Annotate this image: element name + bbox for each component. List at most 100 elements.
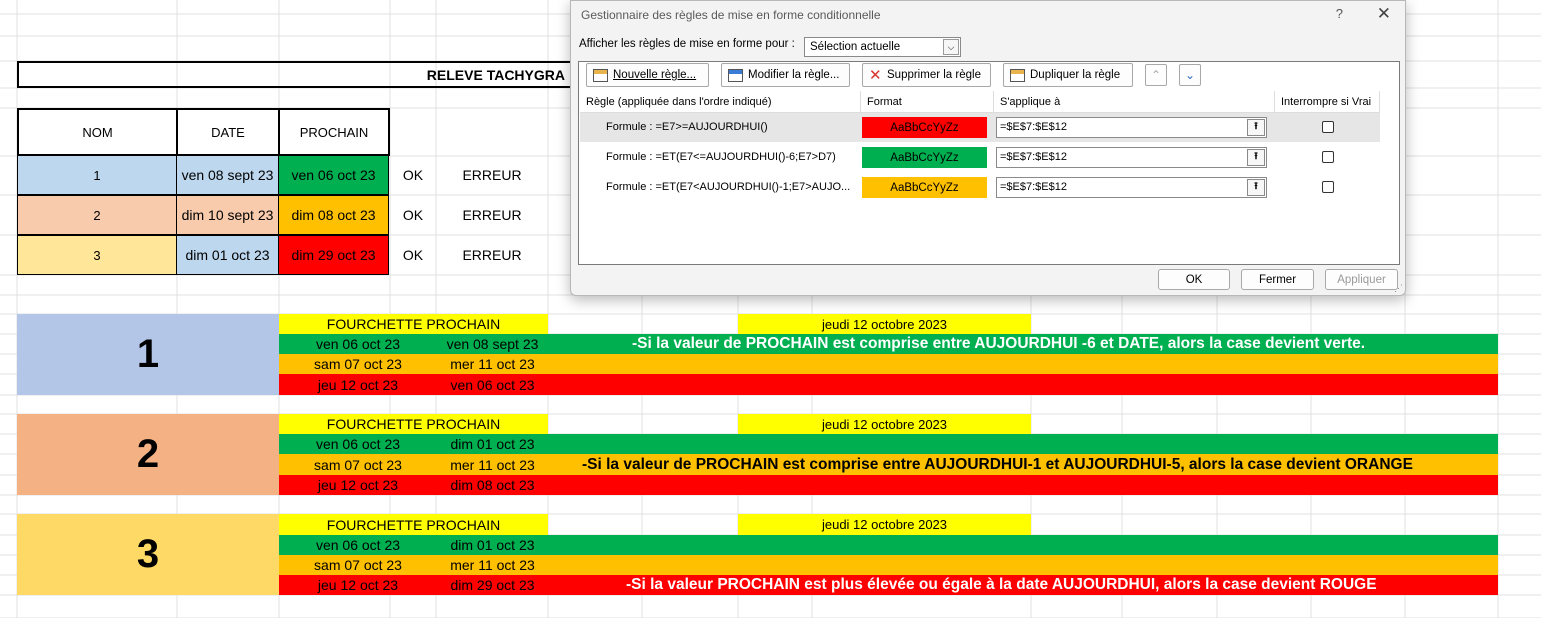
- rule-row[interactable]: Formule : =ET(E7<AUJOURDHUI()-1;E7>AUJO.…: [580, 173, 1380, 202]
- cell-prochain[interactable]: ven 06 oct 23: [278, 155, 389, 195]
- ok-button[interactable]: OK: [1158, 269, 1230, 290]
- cell-a[interactable]: jeu 12 oct 23: [279, 577, 437, 593]
- cell-ok-value: OK: [402, 207, 424, 223]
- cell-date-value: dim 10 sept 23: [181, 207, 274, 223]
- cell-a[interactable]: jeu 12 oct 23: [279, 477, 437, 493]
- block-number[interactable]: 1: [17, 314, 279, 395]
- range-picker-icon[interactable]: ⭱: [1247, 149, 1265, 166]
- rule-row[interactable]: Formule : =ET(E7<=AUJOURDHUI()-6;E7>D7) …: [580, 143, 1380, 172]
- cell-b[interactable]: mer 11 oct 23: [437, 557, 548, 573]
- conditional-format-dialog: Gestionnaire des règles de mise en forme…: [570, 0, 1406, 296]
- block-number[interactable]: 2: [17, 414, 279, 495]
- cell-erreur-value: ERREUR: [462, 207, 522, 223]
- rule-formula: Formule : =ET(E7<=AUJOURDHUI()-6;E7>D7): [606, 151, 836, 163]
- sheet-title: RELEVE TACHYGRA: [426, 66, 565, 83]
- cell-b[interactable]: dim 29 oct 23: [437, 577, 548, 593]
- col-format-label: Format: [867, 95, 902, 108]
- close-icon[interactable]: ✕: [1377, 4, 1391, 24]
- cell-b[interactable]: mer 11 oct 23: [437, 356, 548, 372]
- cell-b[interactable]: dim 01 oct 23: [437, 436, 548, 452]
- duplicate-rule-button[interactable]: Dupliquer la règle: [1003, 63, 1133, 87]
- scope-select[interactable]: Sélection actuelle ⌵: [804, 37, 961, 57]
- stop-if-true-checkbox[interactable]: [1322, 121, 1334, 133]
- cell-prochain-value: dim 29 oct 23: [291, 247, 376, 263]
- block-label-value: FOURCHETTE PROCHAIN: [326, 316, 501, 332]
- applies-to-field[interactable]: =$E$7:$E$12 ⭱: [996, 177, 1267, 198]
- cell-a[interactable]: jeu 12 oct 23: [279, 377, 437, 393]
- cell-ok[interactable]: OK: [390, 235, 436, 275]
- move-up-button[interactable]: ⌃: [1145, 64, 1167, 86]
- block-label-value: FOURCHETTE PROCHAIN: [326, 516, 501, 533]
- stop-if-true-checkbox[interactable]: [1322, 181, 1334, 193]
- cell-a[interactable]: ven 06 oct 23: [279, 537, 437, 553]
- block-today[interactable]: jeudi 12 octobre 2023: [738, 514, 1031, 535]
- move-down-button[interactable]: ⌄: [1179, 64, 1201, 86]
- cell-erreur[interactable]: ERREUR: [436, 155, 548, 195]
- cell-date[interactable]: dim 01 oct 23: [176, 235, 279, 275]
- duplicate-icon: [1010, 68, 1025, 82]
- applies-to-field[interactable]: =$E$7:$E$12 ⭱: [996, 147, 1267, 168]
- cell-ok[interactable]: OK: [390, 155, 436, 195]
- close-button[interactable]: Fermer: [1241, 269, 1314, 290]
- range-picker-icon[interactable]: ⭱: [1247, 179, 1265, 196]
- cell-a[interactable]: sam 07 oct 23: [279, 356, 437, 372]
- block-label[interactable]: FOURCHETTE PROCHAIN: [279, 514, 548, 535]
- cell-prochain[interactable]: dim 29 oct 23: [278, 235, 389, 275]
- cell-ok[interactable]: OK: [390, 195, 436, 235]
- rule-note: -Si la valeur de PROCHAIN est comprise e…: [582, 455, 1413, 473]
- cell-a[interactable]: ven 06 oct 23: [279, 336, 437, 352]
- cell-a[interactable]: ven 06 oct 23: [279, 436, 437, 452]
- apply-button[interactable]: Appliquer: [1325, 269, 1398, 290]
- block-today[interactable]: jeudi 12 octobre 2023: [738, 414, 1031, 434]
- cell-date[interactable]: dim 10 sept 23: [176, 195, 279, 235]
- cell-prochain[interactable]: dim 08 oct 23: [278, 195, 389, 235]
- block-today[interactable]: jeudi 12 octobre 2023: [738, 314, 1031, 334]
- delete-rule-button[interactable]: ✕ Supprimer la règle: [862, 63, 991, 87]
- header-prochain[interactable]: PROCHAIN: [278, 108, 390, 156]
- cell-b[interactable]: dim 01 oct 23: [437, 537, 548, 553]
- header-nom-label: NOM: [82, 124, 113, 140]
- cell-b[interactable]: ven 06 oct 23: [437, 377, 548, 393]
- chevron-up-icon: ⌃: [1150, 68, 1162, 82]
- block-row-orange: sam 07 oct 23 mer 11 oct 23 -Si la valeu…: [279, 454, 1498, 475]
- sheet-title-cell[interactable]: RELEVE TACHYGRA: [17, 61, 587, 88]
- cell-a[interactable]: sam 07 oct 23: [279, 557, 437, 573]
- help-icon[interactable]: ?: [1336, 6, 1343, 21]
- block-number[interactable]: 3: [17, 514, 279, 595]
- cell-b[interactable]: ven 08 sept 23: [437, 336, 548, 352]
- new-rule-button[interactable]: Nouvelle règle...: [586, 63, 709, 87]
- cell-erreur[interactable]: ERREUR: [436, 235, 548, 275]
- block-row-green: ven 06 oct 23 dim 01 oct 23: [279, 535, 1498, 555]
- stop-if-true-checkbox[interactable]: [1322, 151, 1334, 163]
- resize-grip-icon[interactable]: ⋰: [1394, 283, 1403, 294]
- cell-erreur[interactable]: ERREUR: [436, 195, 548, 235]
- chevron-down-icon[interactable]: ⌵: [943, 39, 959, 55]
- block-number-value: 1: [136, 332, 160, 376]
- cell-nom[interactable]: 2: [17, 195, 177, 235]
- block-label[interactable]: FOURCHETTE PROCHAIN: [279, 314, 548, 334]
- header-date[interactable]: DATE: [176, 108, 280, 156]
- block-today-value: jeudi 12 octobre 2023: [821, 316, 948, 332]
- show-rules-label: Afficher les règles de mise en forme pou…: [579, 38, 795, 50]
- cell-b[interactable]: mer 11 oct 23: [437, 457, 548, 473]
- cell-nom[interactable]: 1: [17, 155, 177, 195]
- dialog-title: Gestionnaire des règles de mise en forme…: [581, 8, 881, 22]
- col-rule[interactable]: Règle (appliquée dans l'ordre indiqué): [580, 91, 861, 113]
- cell-date[interactable]: ven 08 sept 23: [176, 155, 279, 195]
- rule-row[interactable]: Formule : =E7>=AUJOURDHUI() AaBbCcYyZz =…: [580, 113, 1380, 142]
- applies-to-field[interactable]: =$E$7:$E$12 ⭱: [996, 117, 1267, 138]
- edit-rule-button[interactable]: Modifier la règle...: [721, 63, 850, 87]
- cell-nom[interactable]: 3: [17, 235, 177, 275]
- block-today-value: jeudi 12 octobre 2023: [821, 416, 948, 432]
- cell-a[interactable]: sam 07 oct 23: [279, 457, 437, 473]
- apply-label: Appliquer: [1337, 273, 1386, 286]
- cell-b[interactable]: dim 08 oct 23: [437, 477, 548, 493]
- col-stop[interactable]: Interrompre si Vrai: [1275, 91, 1380, 113]
- block-label[interactable]: FOURCHETTE PROCHAIN: [279, 414, 548, 434]
- col-format[interactable]: Format: [861, 91, 994, 113]
- col-rule-label: Règle (appliquée dans l'ordre indiqué): [586, 95, 772, 108]
- header-nom[interactable]: NOM: [17, 108, 178, 156]
- block-row-green: ven 06 oct 23 dim 01 oct 23: [279, 434, 1498, 454]
- col-applies[interactable]: S'applique à: [994, 91, 1275, 113]
- range-picker-icon[interactable]: ⭱: [1247, 119, 1265, 136]
